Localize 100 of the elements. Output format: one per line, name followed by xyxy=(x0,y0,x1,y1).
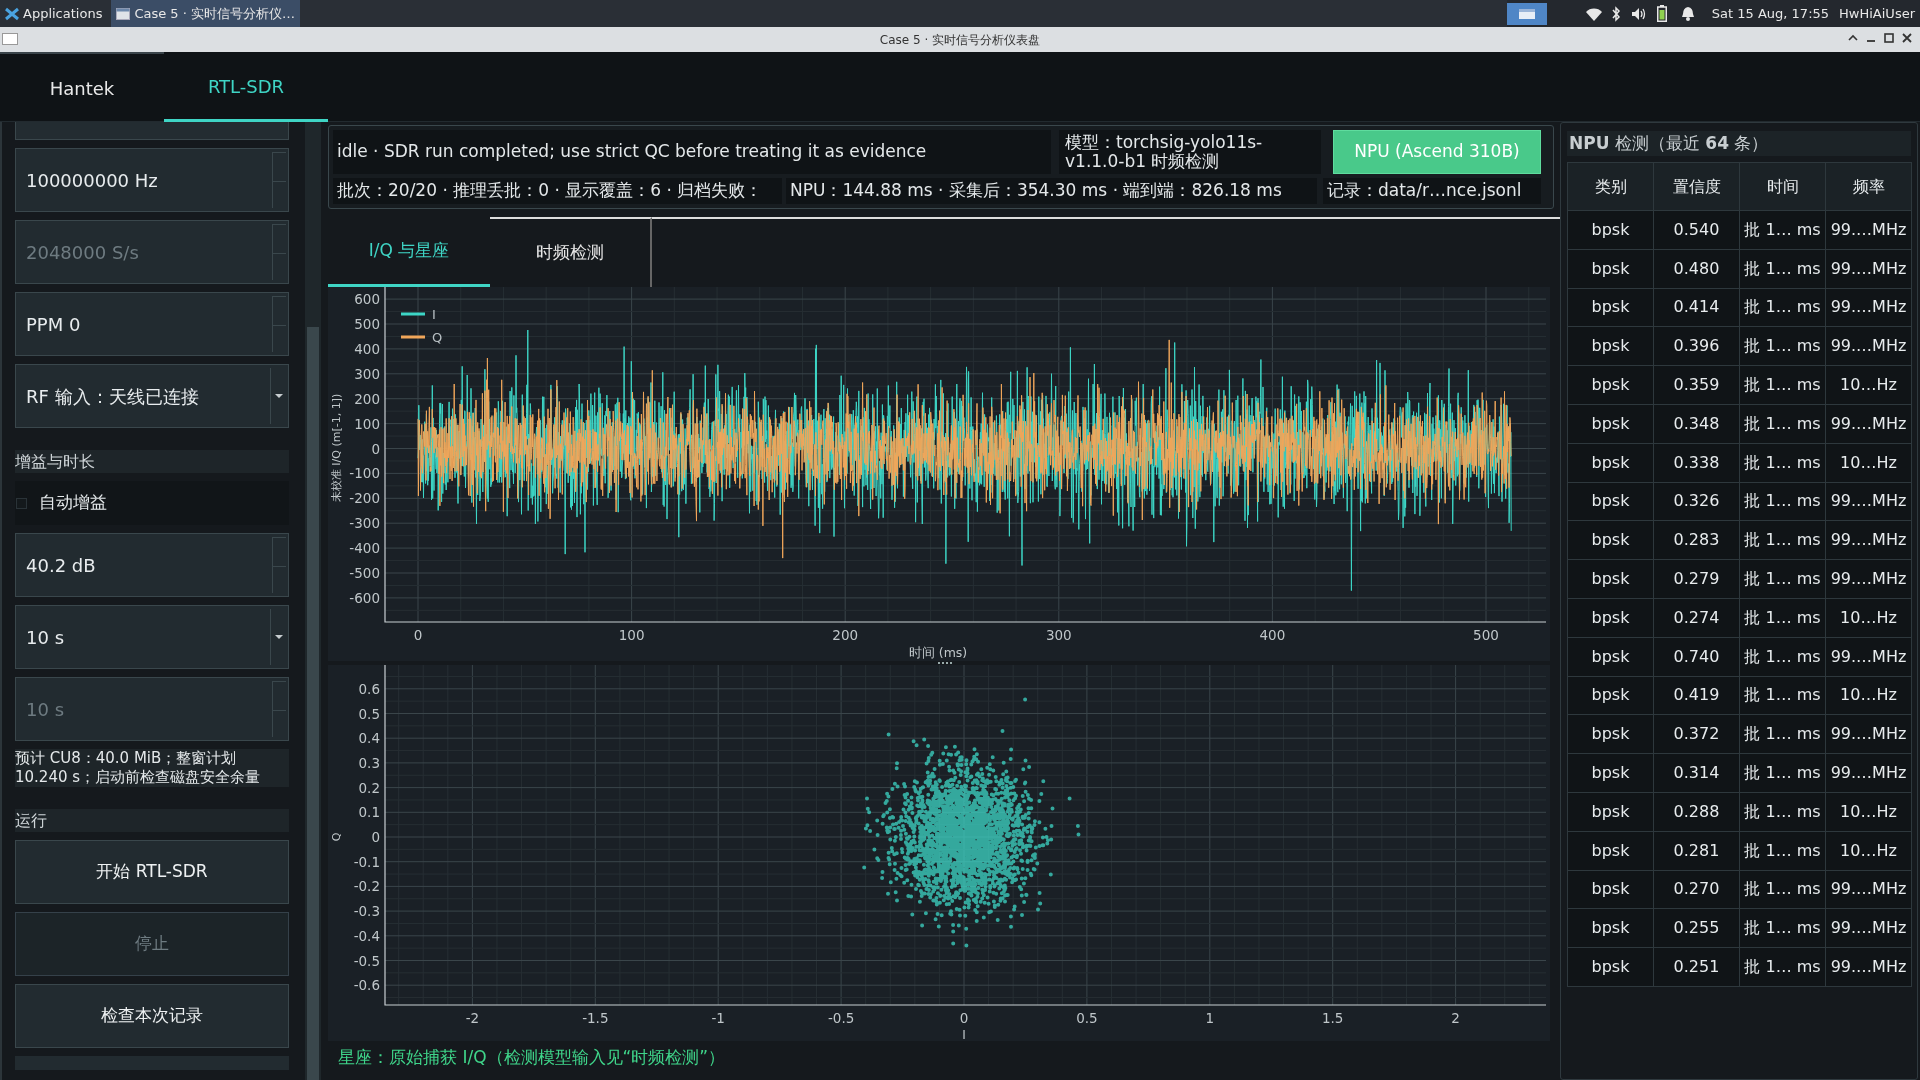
table-cell: 批 1… ms xyxy=(1739,637,1826,677)
checkbox-square[interactable] xyxy=(16,497,27,509)
tick-label: 0.1 xyxy=(358,804,380,821)
tick-label: -600 xyxy=(349,589,380,606)
table-cell: 10…Hz xyxy=(1825,598,1912,638)
table-cell: 10…Hz xyxy=(1825,831,1912,871)
battery-icon[interactable] xyxy=(1656,5,1667,22)
maximize-icon[interactable] xyxy=(1884,33,1894,43)
table-cell: 0.279 xyxy=(1653,559,1740,599)
clock[interactable]: Sat 15 Aug, 17:55 xyxy=(1706,0,1835,27)
table-cell: 批 1… ms xyxy=(1739,714,1826,754)
table-cell: 0.251 xyxy=(1653,947,1740,987)
table-cell: 批 1… ms xyxy=(1739,365,1826,405)
window-button[interactable]: Case 5 · 实时信号分析仪… xyxy=(111,0,301,27)
spin-field[interactable] xyxy=(15,122,289,140)
column-header[interactable]: 频率 xyxy=(1825,162,1912,211)
volume-icon[interactable] xyxy=(1630,6,1647,21)
axis-title: 未校准 I/Q (m[-1, 1]) xyxy=(330,393,343,503)
table-cell: bpsk xyxy=(1567,753,1654,793)
tick-label: 0 xyxy=(413,627,423,643)
tick-label: -0.1 xyxy=(353,853,380,870)
table-cell: 批 1… ms xyxy=(1739,831,1826,871)
column-header[interactable]: 类别 xyxy=(1567,162,1654,211)
table-cell: 10…Hz xyxy=(1825,676,1912,715)
table-cell: 99.…MHz xyxy=(1825,326,1912,366)
table-cell: 批 1… ms xyxy=(1739,326,1826,366)
status-counters: 批次：20/20 · 推理丢批：0 · 显示覆盖：6 · 归档失败： xyxy=(333,178,782,204)
table-cell: 99.…MHz xyxy=(1825,520,1912,560)
tick-label: -500 xyxy=(349,565,380,581)
table-cell: bpsk xyxy=(1567,404,1654,444)
spin-field[interactable]: PPM 0 xyxy=(15,292,289,356)
dropdown[interactable]: RF 输入：天线已连接 xyxy=(15,364,289,428)
table-cell: bpsk xyxy=(1567,676,1654,715)
workspace-switcher-icon[interactable] xyxy=(1506,2,1547,25)
table-cell: bpsk xyxy=(1567,559,1654,599)
x-logo-icon xyxy=(5,6,19,21)
table-cell: 10…Hz xyxy=(1825,443,1912,483)
table-cell: 0.274 xyxy=(1653,598,1740,638)
table-cell: 0.255 xyxy=(1653,908,1740,948)
scrollbar[interactable] xyxy=(305,122,321,1080)
bluetooth-icon[interactable] xyxy=(1610,5,1621,22)
legend-label: Q xyxy=(432,330,443,345)
tick-label: -0.5 xyxy=(827,1010,855,1026)
table-cell: 99.…MHz xyxy=(1825,714,1912,754)
user-name: HwHiAiUser xyxy=(1838,4,1916,23)
tick-label: 0.5 xyxy=(358,705,380,722)
table-cell: bpsk xyxy=(1567,288,1654,327)
axis-title: 时间 (ms) xyxy=(908,645,968,660)
table-cell: 99.…MHz xyxy=(1825,753,1912,793)
table-cell: 99.…MHz xyxy=(1825,908,1912,948)
checkbox[interactable]: 自动增益 xyxy=(15,481,289,525)
window-title: Case 5 · 实时信号分析仪表盘 xyxy=(879,31,1041,49)
table-cell: 批 1… ms xyxy=(1739,520,1826,560)
table-cell: 99.…MHz xyxy=(1825,559,1912,599)
table-cell: bpsk xyxy=(1567,831,1654,871)
table-cell: 0.396 xyxy=(1653,326,1740,366)
tick-label: 0.3 xyxy=(358,754,380,771)
tick-label: 200 xyxy=(832,627,859,643)
column-header[interactable]: 置信度 xyxy=(1653,162,1740,211)
tick-label: 1 xyxy=(1205,1010,1215,1026)
action-button[interactable]: 检查本次记录 xyxy=(15,984,289,1048)
column-header[interactable]: 时间 xyxy=(1739,162,1826,211)
table-cell: bpsk xyxy=(1567,792,1654,832)
caret-icon xyxy=(274,635,283,639)
table-cell: 0.372 xyxy=(1653,714,1740,754)
tick-label: 1.5 xyxy=(1321,1010,1344,1026)
table-cell: 0.540 xyxy=(1653,210,1740,250)
tick-label: 0.2 xyxy=(358,779,380,796)
apps-menu[interactable]: Applications xyxy=(0,0,108,27)
tick-label: 0 xyxy=(371,440,380,457)
tick-label: -300 xyxy=(349,515,380,532)
shade-icon[interactable] xyxy=(1848,33,1858,43)
table-cell: 99.…MHz xyxy=(1825,404,1912,444)
dropdown[interactable]: 10 s xyxy=(15,605,289,669)
hint-text: 预计 CU8：40.0 MiB；整窗计划 10.240 s；启动前检查磁盘安全余量 xyxy=(15,749,289,787)
table-cell: 批 1… ms xyxy=(1739,870,1826,909)
close-icon[interactable] xyxy=(1902,33,1912,43)
tick-label: 0 xyxy=(371,829,380,845)
tick-label: 0.5 xyxy=(1076,1010,1098,1026)
spin-field[interactable]: 100000000 Hz xyxy=(15,148,289,212)
table-cell: 0.326 xyxy=(1653,482,1740,521)
scrollbar-thumb[interactable] xyxy=(307,327,319,1080)
spin-field[interactable]: 40.2 dB xyxy=(15,533,289,597)
tick-label: -1 xyxy=(711,1010,725,1026)
action-button[interactable]: 开始 RTL-SDR xyxy=(15,840,289,904)
table-cell: 批 1… ms xyxy=(1739,210,1826,250)
table-cell: 批 1… ms xyxy=(1739,288,1826,327)
table-cell: 99.…MHz xyxy=(1825,870,1912,909)
table-cell: 99.…MHz xyxy=(1825,288,1912,327)
table-cell: 0.281 xyxy=(1653,831,1740,871)
table-cell: 0.480 xyxy=(1653,249,1740,289)
tick-label: 200 xyxy=(354,390,380,407)
table-cell: bpsk xyxy=(1567,443,1654,483)
tick-label: -0.5 xyxy=(353,952,380,969)
table-cell: 10…Hz xyxy=(1825,792,1912,832)
window-menu-icon[interactable] xyxy=(2,33,18,45)
wifi-icon[interactable] xyxy=(1584,6,1603,21)
tick-label: 100 xyxy=(618,627,645,643)
bell-icon[interactable] xyxy=(1680,6,1695,21)
table-cell: 0.359 xyxy=(1653,365,1740,405)
